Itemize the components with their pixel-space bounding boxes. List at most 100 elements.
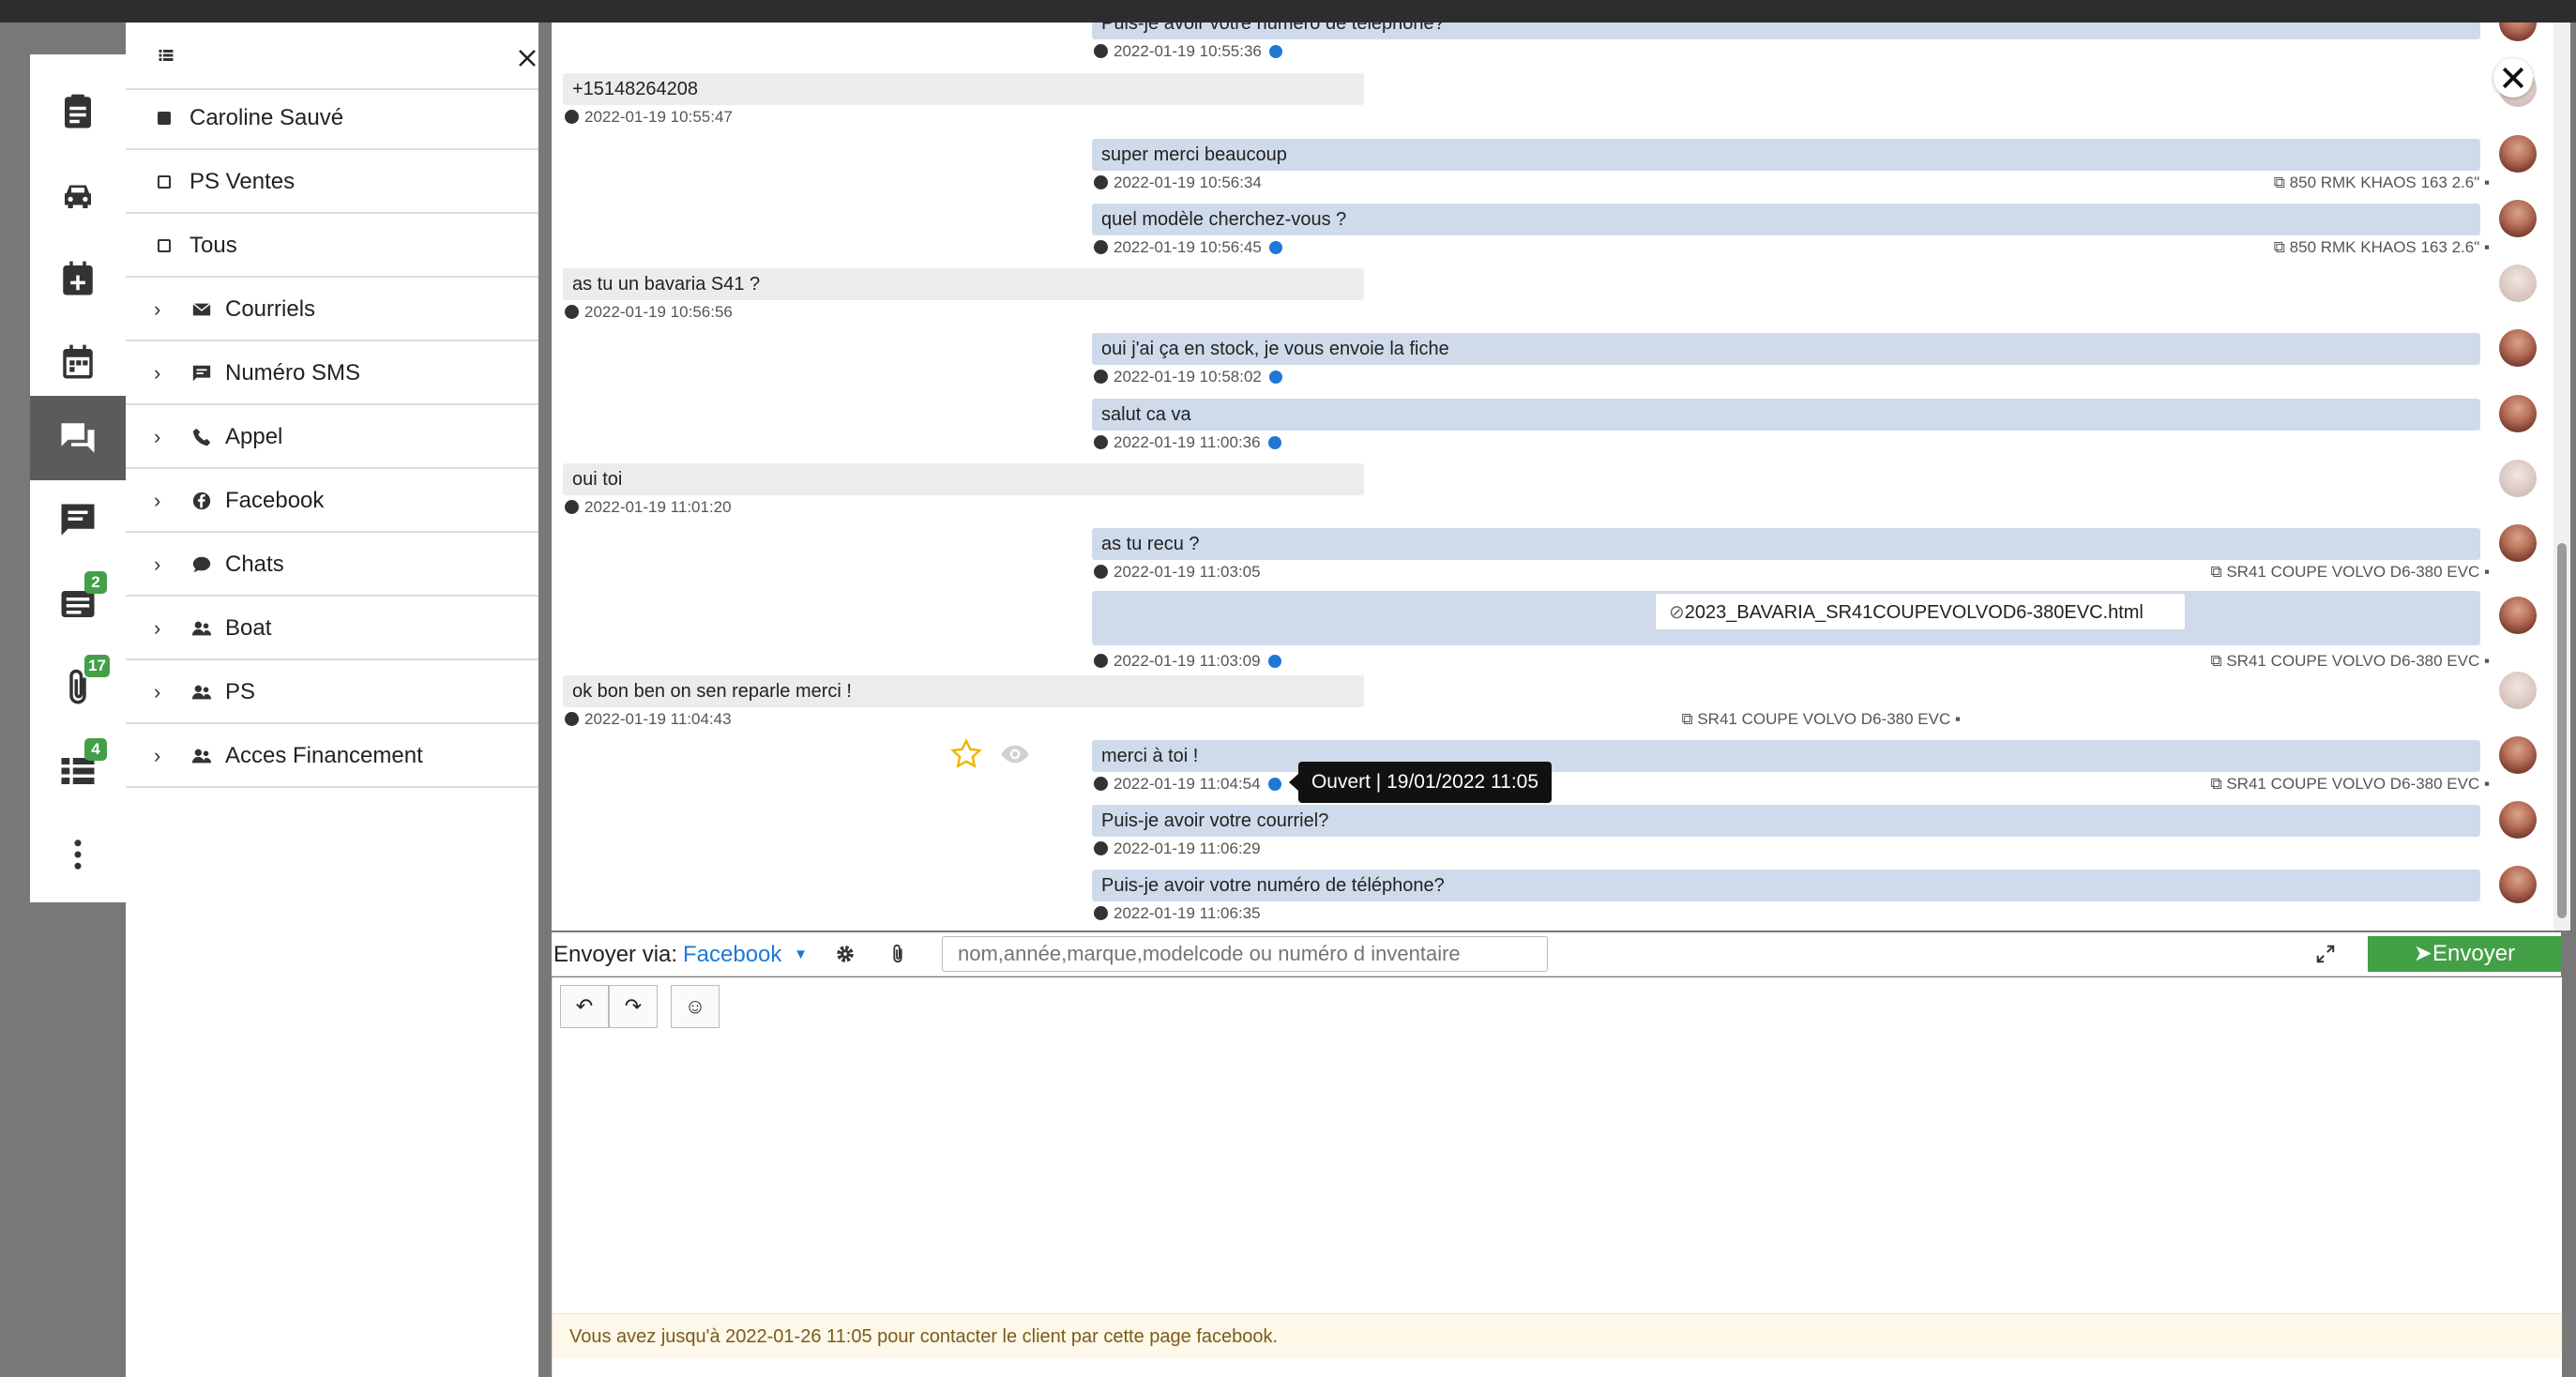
eye-icon[interactable] [996, 739, 1034, 769]
chevron-right-icon[interactable]: › [154, 744, 180, 768]
chevron-right-icon[interactable]: › [154, 616, 180, 641]
sidebar-group-label: Acces Financement [225, 743, 423, 768]
read-info-icon[interactable] [1268, 45, 1282, 58]
sidebar-group-3[interactable]: › Facebook [126, 471, 538, 533]
calendar-icon [63, 344, 93, 379]
message-bubble-incoming: as tu un bavaria S41 ? [563, 268, 1364, 300]
paperclip-icon[interactable] [887, 944, 908, 964]
rail-add-event-button[interactable] [30, 238, 126, 319]
gear-icon[interactable] [835, 944, 856, 964]
checkbox-icon[interactable] [158, 239, 171, 252]
sidebar-group-0[interactable]: › Courriels [126, 280, 538, 341]
vehicle-reference[interactable]: ⧉ SR41 COUPE VOLVO D6-380 EVC ▪ [1927, 651, 2490, 672]
attachment-link[interactable]: ⊘2023_BAVARIA_SR41COUPEVOLVOD6-380EVC.ht… [1655, 593, 2186, 630]
close-conversation-button[interactable] [2493, 58, 2533, 98]
rail-calendar-button[interactable] [30, 322, 126, 402]
rail-more-button[interactable] [30, 814, 126, 895]
sidebar-group-label: Boat [225, 615, 272, 641]
checkbox-icon[interactable] [158, 175, 171, 189]
vehicle-reference[interactable]: ⧉ SR41 COUPE VOLVO D6-380 EVC ▪ [1398, 709, 1961, 730]
chevron-right-icon[interactable]: › [154, 425, 180, 449]
undo-button[interactable]: ↶ [560, 985, 609, 1028]
message-meta: 2022-01-19 11:06:29 [1094, 839, 1261, 859]
sidebar-group-label: Numéro SMS [225, 360, 361, 386]
sidebar-filter-1[interactable]: PS Ventes [126, 152, 538, 214]
checkbox-checked-icon[interactable] [158, 112, 171, 125]
rail-conversations-button[interactable] [30, 396, 126, 480]
chevron-right-icon[interactable]: › [154, 297, 180, 322]
read-info-icon[interactable] [1267, 655, 1281, 668]
vehicle-reference[interactable]: ⧉ SR41 COUPE VOLVO D6-380 EVC ▪ [1927, 562, 2490, 583]
inventory-search-input[interactable] [942, 936, 1548, 972]
star-icon[interactable] [949, 737, 983, 771]
vehicle-reference[interactable]: ⧉ 850 RMK KHAOS 163 2.6" ▪ [1927, 173, 2490, 193]
sidebar-group-5[interactable]: › Boat [126, 598, 538, 660]
rail-feedback-button[interactable] [30, 480, 126, 561]
close-sidebar-icon[interactable] [516, 47, 538, 69]
message-bubble-outgoing: salut ca va [1092, 399, 2480, 431]
expand-icon[interactable] [2315, 944, 2336, 964]
sidebar-group-4[interactable]: › Chats [126, 535, 538, 597]
list-icon[interactable] [158, 47, 174, 64]
agent-avatar [2499, 135, 2537, 173]
facebook-icon [1094, 906, 1108, 920]
message-timestamp: 2022-01-19 11:00:36 [1114, 433, 1261, 451]
rail-vehicle-button[interactable] [30, 155, 126, 235]
car-icon: ▪ [1950, 710, 1961, 728]
message-bubble-incoming: oui toi [563, 463, 1364, 495]
more-vertical-icon [74, 840, 82, 870]
read-info-icon[interactable] [1267, 778, 1281, 791]
sidebar-group-2[interactable]: › Appel [126, 407, 538, 469]
read-receipt-tooltip: Ouvert | 19/01/2022 11:05 [1289, 762, 1552, 803]
redo-button[interactable]: ↷ [609, 985, 658, 1028]
sidebar-filter-label: PS Ventes [189, 169, 295, 194]
message-meta: 2022-01-19 11:04:43 [565, 709, 732, 730]
sidebar-group-6[interactable]: › PS [126, 662, 538, 724]
chevron-right-icon[interactable]: › [154, 552, 180, 577]
vehicle-reference-label: SR41 COUPE VOLVO D6-380 EVC [2226, 775, 2480, 793]
chevron-right-icon[interactable]: › [154, 680, 180, 704]
read-info-icon[interactable] [1267, 436, 1281, 449]
message-timestamp: 2022-01-19 11:03:09 [1114, 652, 1261, 670]
agent-avatar [2499, 866, 2537, 903]
agent-avatar [2499, 23, 2537, 41]
facebook-icon [1094, 654, 1108, 668]
external-link-icon: ⧉ [2210, 652, 2227, 670]
sidebar-filter-0[interactable]: Caroline Sauvé [126, 88, 538, 150]
sidebar-group-7[interactable]: › Acces Financement [126, 726, 538, 788]
sidebar-filter-2[interactable]: Tous [126, 216, 538, 278]
rail-attachments-button[interactable]: 17 [30, 647, 126, 728]
message-bubble-outgoing: Puis-je avoir votre courriel? [1092, 805, 2480, 837]
emoji-button[interactable]: ☺ [671, 985, 720, 1028]
send-button[interactable]: ➤Envoyer [2368, 936, 2561, 972]
vehicle-reference-label: 850 RMK KHAOS 163 2.6" [2289, 238, 2480, 256]
caret-down-icon: ▼ [794, 946, 808, 962]
channel-dropdown[interactable]: Facebook ▼ [683, 942, 808, 968]
sidebar-group-1[interactable]: › Numéro SMS [126, 343, 538, 405]
sidebar-filter-label: Tous [189, 233, 237, 258]
car-icon: ▪ [2479, 775, 2490, 793]
message-meta: 2022-01-19 11:04:54 [1094, 774, 1281, 794]
vehicle-reference[interactable]: ⧉ SR41 COUPE VOLVO D6-380 EVC ▪ [1927, 774, 2490, 794]
external-link-icon: ⧉ [2273, 238, 2290, 256]
client-avatar [2499, 672, 2537, 709]
message-meta: 2022-01-19 10:58:02 [1094, 367, 1282, 387]
facebook-icon [192, 492, 211, 510]
read-info-icon[interactable] [1268, 241, 1282, 254]
car-icon: ▪ [2479, 174, 2490, 191]
rail-clipboard-button[interactable] [30, 71, 126, 152]
message-timestamp: 2022-01-19 11:03:05 [1114, 563, 1261, 581]
thread-scrollbar[interactable] [2553, 23, 2570, 931]
message-bubble-incoming: ok bon ben on sen reparle merci ! [563, 675, 1364, 707]
chevron-right-icon[interactable]: › [154, 361, 180, 386]
vehicle-reference[interactable]: ⧉ 850 RMK KHAOS 163 2.6" ▪ [1927, 237, 2490, 258]
rail-tasks-button[interactable]: 4 [30, 731, 126, 811]
scrollbar-thumb[interactable] [2557, 543, 2567, 918]
rail-notes-button[interactable]: 2 [30, 564, 126, 644]
chevron-right-icon[interactable]: › [154, 489, 180, 513]
read-info-icon[interactable] [1268, 371, 1282, 384]
message-timestamp: 2022-01-19 11:06:29 [1114, 840, 1261, 857]
message-timestamp: 2022-01-19 10:56:34 [1114, 174, 1262, 191]
client-avatar [2499, 460, 2537, 497]
composer-text-area[interactable] [553, 1039, 2562, 1311]
